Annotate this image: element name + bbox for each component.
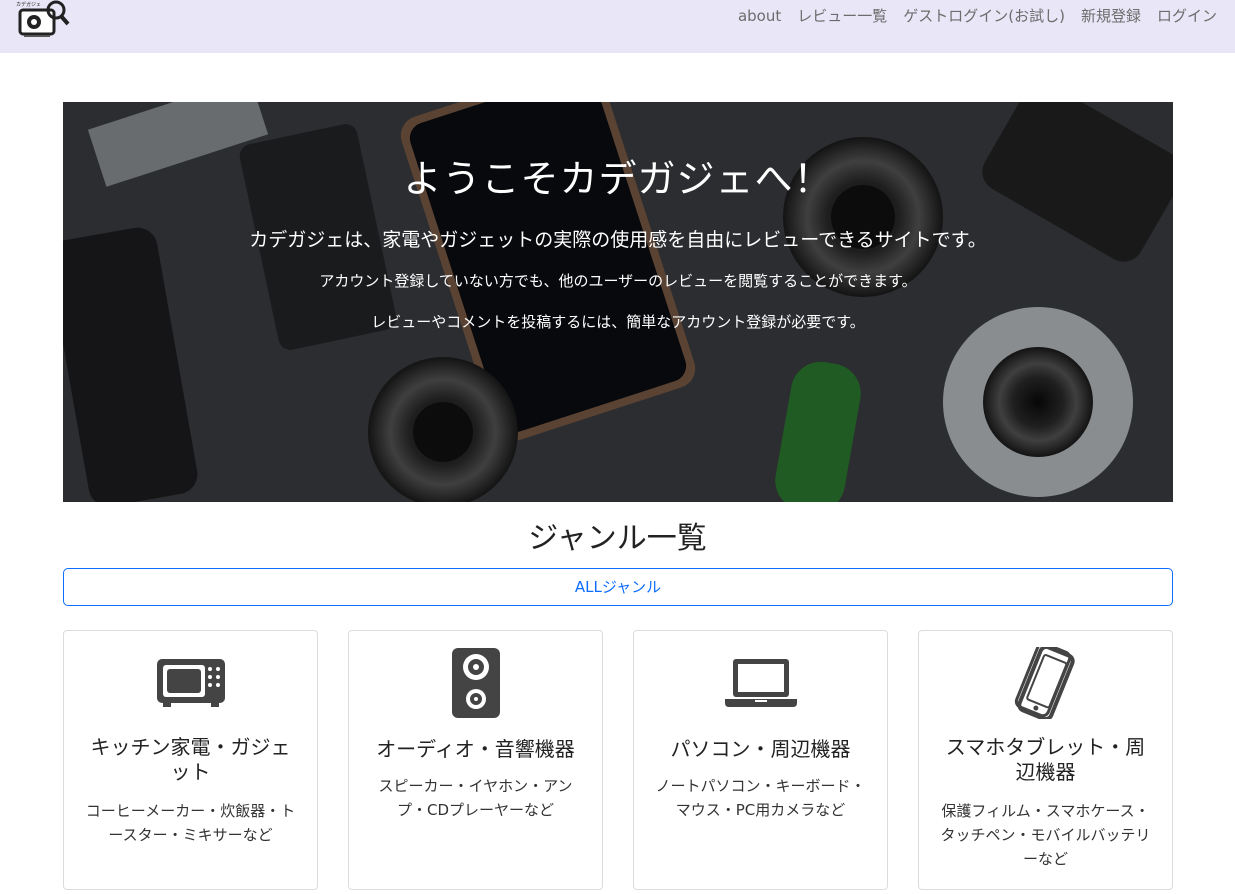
genre-card-title: キッチン家電・ガジェット xyxy=(90,735,291,784)
nav-guest-login-link[interactable]: ゲストログイン(お試し) xyxy=(895,6,1073,26)
genre-card-desc: 保護フィルム・スマホケース・タッチペン・モバイルバッテリーなど xyxy=(940,802,1151,868)
genre-card-desc: ノートパソコン・キーボード・マウス・PC用カメラなど xyxy=(655,777,866,819)
nav-signup-link[interactable]: 新規登録 xyxy=(1073,6,1149,26)
genre-section-title: ジャンル一覧 xyxy=(528,521,707,556)
speaker-icon xyxy=(349,645,602,721)
genre-card-desc: コーヒーメーカー・炊飯器・トースター・ミキサーなど xyxy=(85,802,296,844)
site-logo[interactable]: カデガジェ xyxy=(14,0,70,40)
all-genres-button[interactable]: ALLジャンル xyxy=(63,568,1173,606)
genre-card-title: パソコン・周辺機器 xyxy=(670,737,851,761)
svg-text:カデガジェ: カデガジェ xyxy=(16,1,41,8)
hero-lead-text: カデガジェは、家電やガジェットの実際の使用感を自由にレビューできるサイトです。 xyxy=(249,229,987,251)
genre-card-title: スマホタブレット・周辺機器 xyxy=(945,735,1146,784)
hero-title: ようこそカデガジェへ！ xyxy=(403,157,833,201)
nav-reviews-link[interactable]: レビュー一覧 xyxy=(789,6,895,26)
nav-about-link[interactable]: about xyxy=(730,6,789,26)
genre-card-pc[interactable]: パソコン・周辺機器 ノートパソコン・キーボード・マウス・PC用カメラなど xyxy=(633,630,888,890)
genre-card-kitchen[interactable]: キッチン家電・ガジェット コーヒーメーカー・炊飯器・トースター・ミキサーなど xyxy=(63,630,318,890)
genre-card-smartphone[interactable]: スマホタブレット・周辺機器 保護フィルム・スマホケース・タッチペン・モバイルバッ… xyxy=(918,630,1173,890)
hero-banner: ようこそカデガジェへ！ カデガジェは、家電やガジェットの実際の使用感を自由にレビ… xyxy=(63,102,1173,502)
hero-browse-note: アカウント登録していない方でも、他のユーザーのレビューを閲覧することができます。 xyxy=(319,272,917,290)
laptop-icon xyxy=(634,645,887,721)
nav-menu: about レビュー一覧 ゲストログイン(お試し) 新規登録 ログイン xyxy=(730,6,1225,26)
genre-card-desc: スピーカー・イヤホン・アンプ・CDプレーヤーなど xyxy=(378,777,573,819)
navbar: カデガジェ about レビュー一覧 ゲストログイン(お試し) 新規登録 ログイ… xyxy=(0,0,1235,53)
genre-card-audio[interactable]: オーディオ・音響機器 スピーカー・イヤホン・アンプ・CDプレーヤーなど xyxy=(348,630,603,890)
genre-card-title: オーディオ・音響機器 xyxy=(376,737,575,761)
hero-signup-note: レビューやコメントを投稿するには、簡単なアカウント登録が必要です。 xyxy=(371,313,865,331)
smartphone-icon xyxy=(919,645,1172,721)
microwave-icon xyxy=(64,645,317,721)
nav-login-link[interactable]: ログイン xyxy=(1149,6,1225,26)
